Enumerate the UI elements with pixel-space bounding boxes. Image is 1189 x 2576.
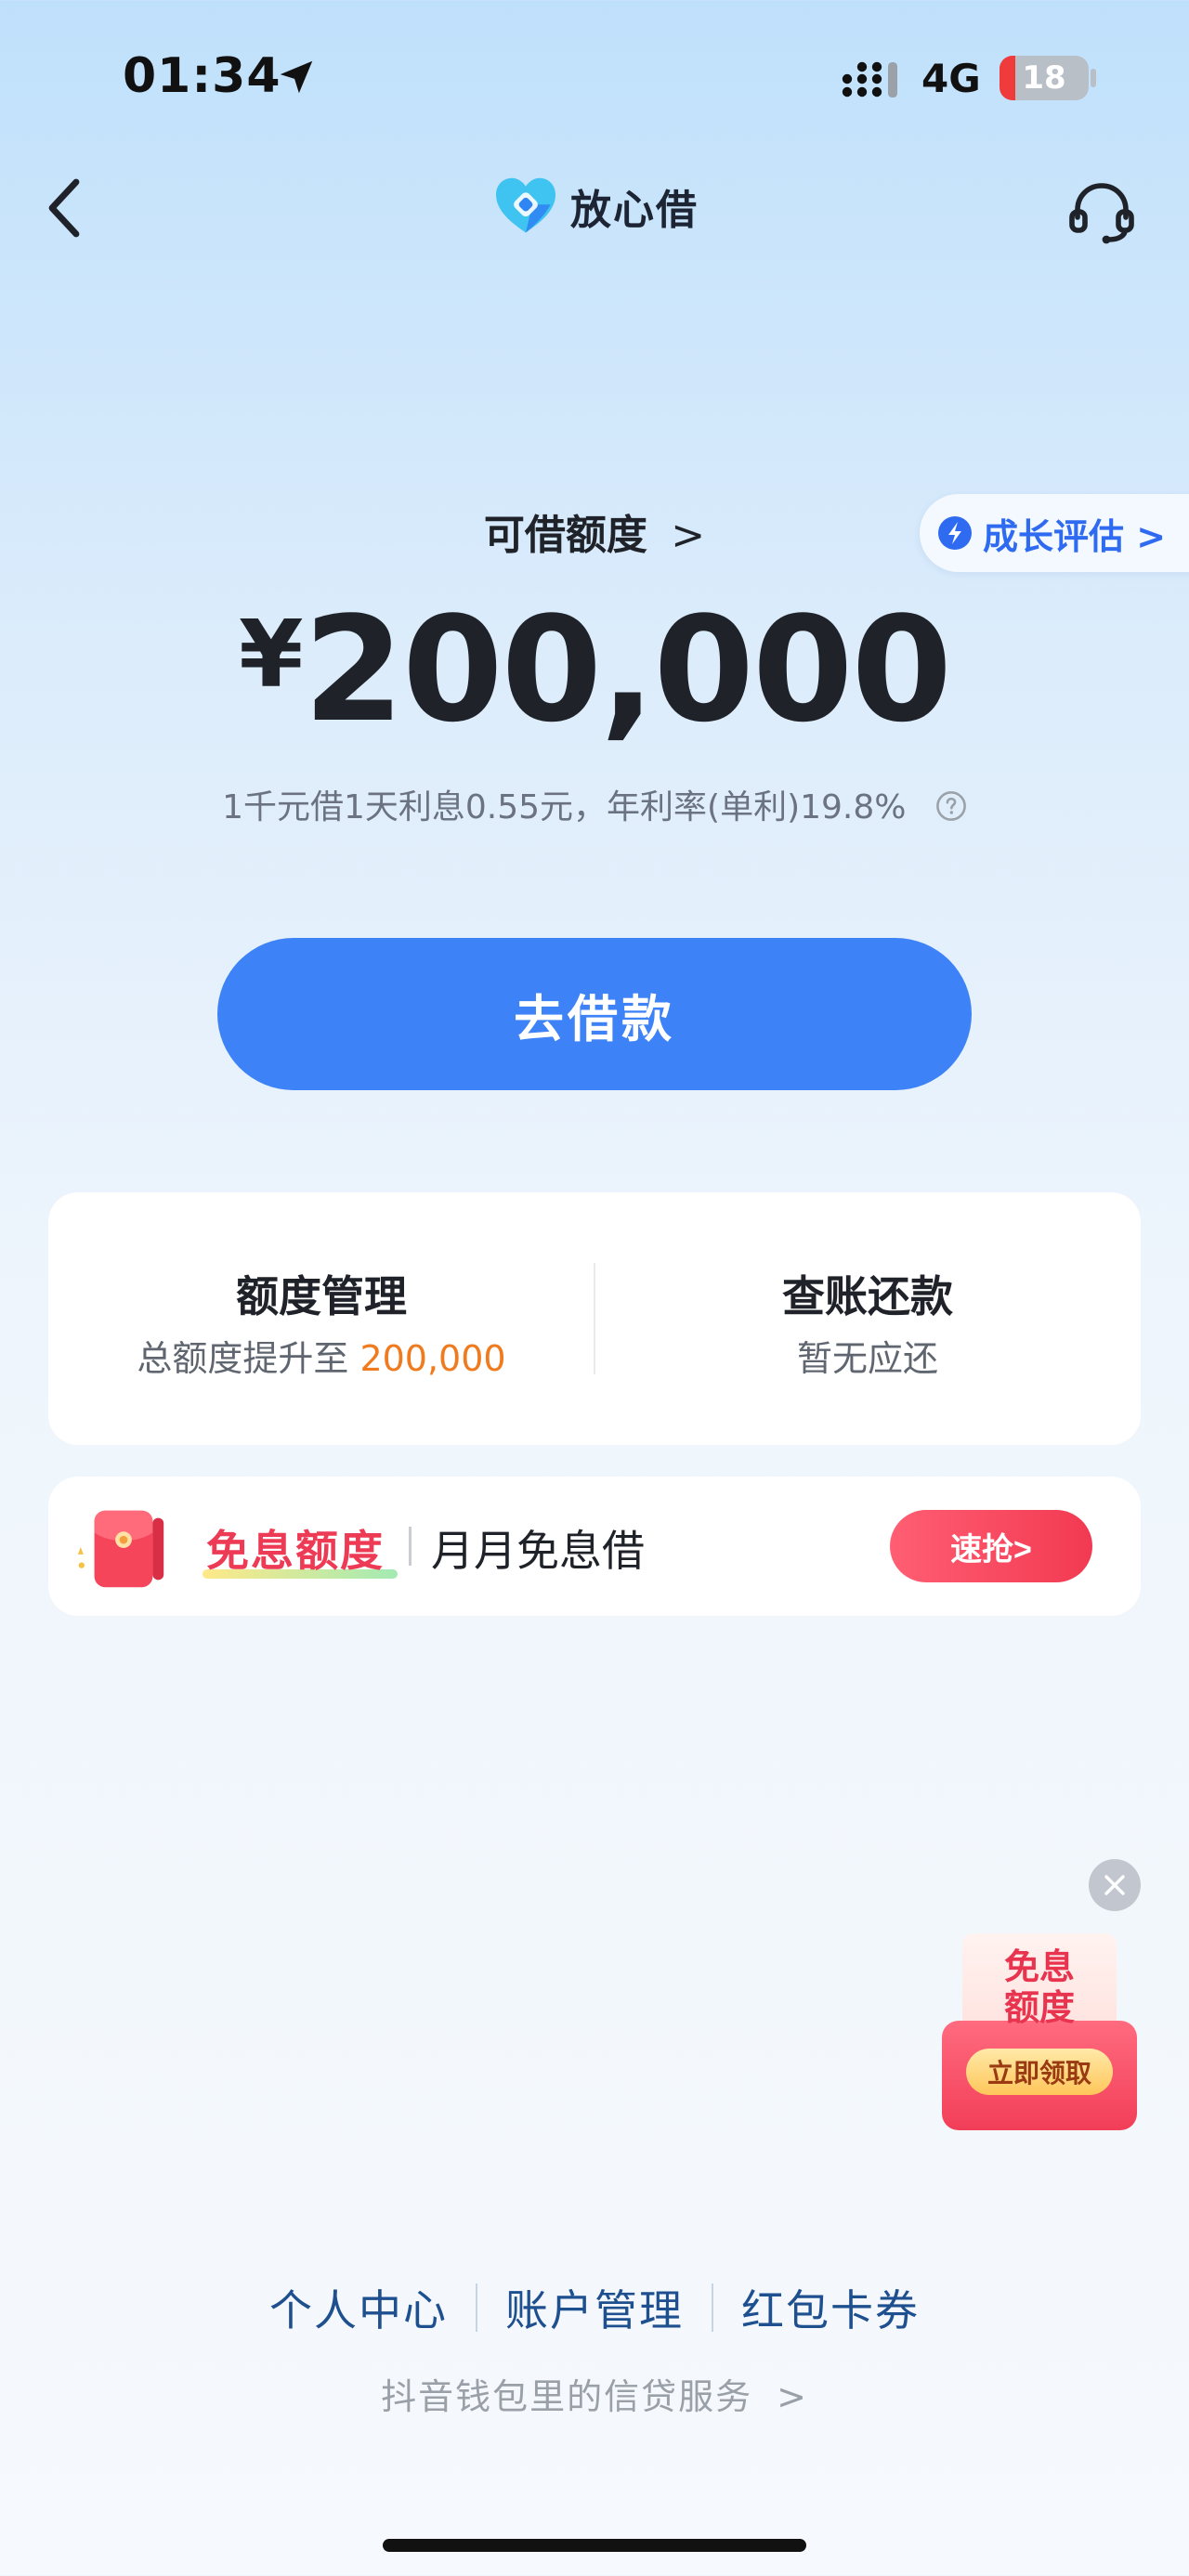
growth-icon [938,516,972,550]
coupon-title: 免息 额度 [1003,1946,1075,2028]
limit-management-subtitle: 总额度提升至 200,000 [48,1330,594,1381]
account-management-link[interactable]: 账户管理 [477,2277,712,2338]
limit-management-title: 额度管理 [236,1271,407,1321]
promo-title: 免息额度 [206,1526,385,1576]
brand-header: 放心借 [492,173,699,240]
wallet-service-link[interactable]: 抖音钱包里的信贷服务 > [0,2368,1189,2419]
chevron-left-icon[interactable] [41,175,89,241]
battery-nub [1091,69,1096,87]
home-indicator [383,2539,806,2552]
quick-actions-card: 额度管理 总额度提升至 200,000 查账还款 暂无应还 [48,1192,1141,1445]
limit-management[interactable]: 额度管理 总额度提升至 200,000 [48,1192,594,1445]
credit-limit-label: 可借额度 [483,512,647,559]
help-icon[interactable] [935,790,967,822]
interest-rate-text: 1千元借1天利息0.55元，年利率(单利)19.8% [222,788,907,826]
promo-banner[interactable]: 免息额度 月月免息借 速抢> [48,1477,1141,1616]
credit-amount: ¥200,000 [0,585,1189,754]
status-bar: 01:34 4G 18 [0,0,1189,149]
claim-coupon-button[interactable]: 立即领取 [966,2049,1113,2095]
growth-evaluation-badge[interactable]: 成长评估 > [920,494,1189,572]
location-arrow-icon [280,60,313,94]
growth-badge-label: 成长评估 > [983,515,1167,557]
promo-separator [409,1527,412,1566]
credit-amount-value: 200,000 [303,585,953,754]
limit-sub-prefix: 总额度提升至 [137,1338,349,1379]
personal-center-link[interactable]: 个人中心 [242,2277,476,2338]
battery-level: 18 [1022,59,1066,97]
currency-symbol: ¥ [238,600,304,709]
network-label: 4G [921,56,981,101]
chevron-right-icon: > [671,512,706,559]
brand-name: 放心借 [570,187,699,234]
wallet-service-text: 抖音钱包里的信贷服务 [381,2376,753,2417]
red-envelope-icon [77,1510,164,1588]
close-icon[interactable] [1089,1859,1141,1911]
footer-links: 个人中心 账户管理 红包卡券 [0,2277,1189,2338]
interest-rate-info: 1千元借1天利息0.55元，年利率(单利)19.8% [0,780,1189,828]
borrow-button[interactable]: 去借款 [217,938,972,1090]
promo-grab-button[interactable]: 速抢> [890,1510,1092,1582]
floating-coupon[interactable]: 免息 额度 立即领取 [942,1928,1137,2132]
repayment-subtitle: 暂无应还 [796,1338,938,1379]
limit-sub-value: 200,000 [359,1338,506,1379]
signal-icon [842,61,897,98]
battery-indicator: 18 [1000,56,1089,100]
brand-logo-icon [496,177,555,233]
chevron-right-icon: > [777,2376,808,2417]
promo-description: 月月免息借 [431,1526,645,1576]
repayment-title: 查账还款 [782,1271,953,1321]
headset-icon[interactable] [1066,176,1137,247]
repayment[interactable]: 查账还款 暂无应还 [594,1192,1141,1445]
status-time: 01:34 [123,48,281,104]
coupons-link[interactable]: 红包卡券 [713,2277,947,2338]
